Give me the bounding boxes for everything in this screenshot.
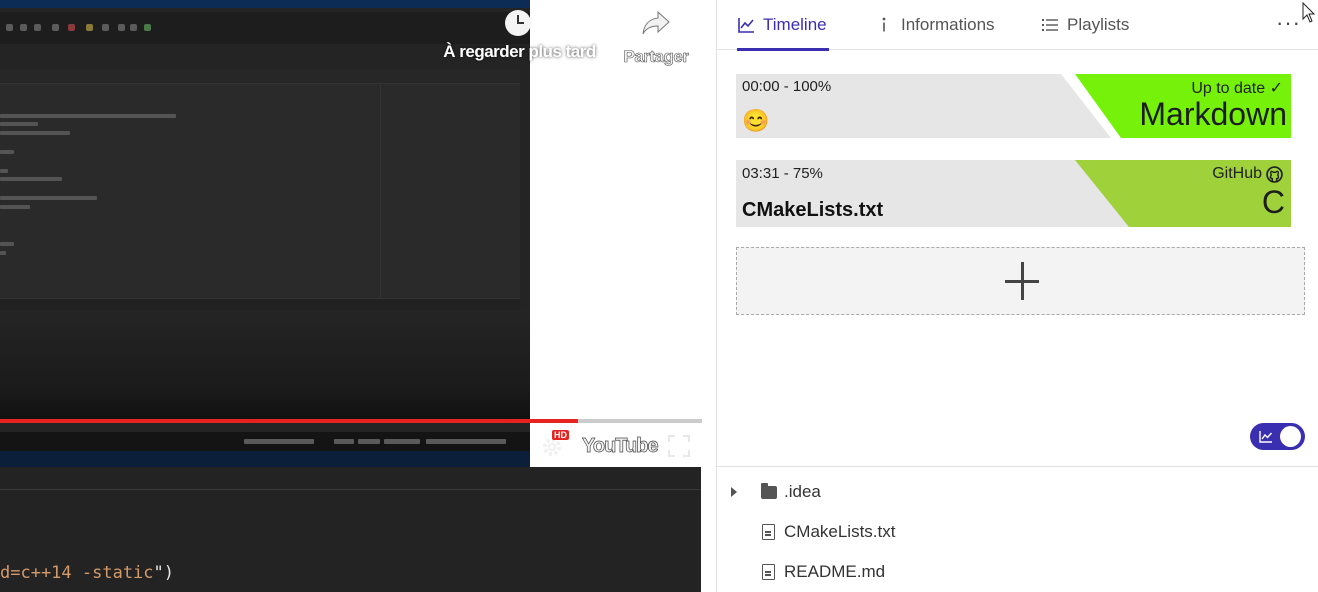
info-icon bbox=[882, 17, 886, 32]
video-titlebar bbox=[0, 0, 530, 8]
fullscreen-icon bbox=[668, 435, 690, 457]
tab-playlists-label: Playlists bbox=[1067, 15, 1130, 34]
card-source: GitHub bbox=[1212, 165, 1283, 183]
tree-item-readme[interactable]: README.md bbox=[762, 552, 885, 592]
youtube-logo[interactable]: YouTube bbox=[582, 432, 659, 460]
plus-icon bbox=[1005, 262, 1039, 300]
tree-item-cmakelists[interactable]: CMakeLists.txt bbox=[762, 512, 895, 552]
video-gradient bbox=[0, 310, 530, 420]
tree-item-label: CMakeLists.txt bbox=[784, 522, 896, 541]
share-icon bbox=[642, 10, 670, 35]
settings-gear-button[interactable]: HD bbox=[540, 430, 569, 460]
chart-line-icon bbox=[1259, 431, 1273, 443]
chart-line-icon bbox=[738, 18, 754, 33]
video-progress-bar[interactable] bbox=[0, 419, 702, 423]
clock-icon bbox=[505, 10, 531, 36]
card-title: CMakeLists.txt bbox=[742, 199, 884, 221]
tree-item-idea[interactable]: .idea bbox=[717, 472, 1318, 512]
watch-later-label: À regarder plus tard bbox=[443, 42, 596, 61]
tab-timeline-label: Timeline bbox=[763, 15, 827, 34]
share-button[interactable]: Partager bbox=[620, 10, 692, 67]
ide-code-editor bbox=[0, 70, 520, 298]
card-timestamp: 00:00 - 100% bbox=[742, 78, 832, 95]
file-icon bbox=[762, 524, 775, 540]
file-icon bbox=[762, 564, 775, 580]
fullscreen-button[interactable] bbox=[668, 432, 690, 460]
timeline-card[interactable]: 00:00 - 100% 😊 Up to date ✓ Markdown bbox=[736, 74, 1291, 138]
watch-later-button[interactable]: À regarder plus tard bbox=[442, 10, 597, 62]
timeline-toggle[interactable] bbox=[1250, 423, 1305, 450]
terminal-line: d=c++14 -static") bbox=[0, 563, 175, 583]
share-label: Partager bbox=[623, 47, 689, 67]
tree-item-label: .idea bbox=[784, 482, 821, 501]
tree-item-label: README.md bbox=[784, 562, 886, 581]
panel-divider-horizontal bbox=[716, 466, 1318, 467]
card-source-label: GitHub bbox=[1212, 165, 1262, 182]
card-title: 😊 bbox=[742, 108, 770, 133]
card-badge-label: Markdown bbox=[1139, 96, 1287, 132]
panel-tabs: Timeline Informations Playlists bbox=[717, 0, 1318, 51]
card-status: Up to date ✓ bbox=[1191, 80, 1283, 97]
more-menu-button[interactable]: ··· bbox=[1276, 10, 1301, 36]
folder-icon bbox=[761, 482, 777, 499]
tab-informations[interactable]: Informations bbox=[875, 0, 995, 50]
taskbar bbox=[0, 451, 530, 467]
card-timestamp: 03:31 - 75% bbox=[742, 165, 823, 182]
progress-played bbox=[0, 419, 578, 423]
toggle-knob bbox=[1280, 426, 1301, 447]
mouse-cursor-icon bbox=[1302, 2, 1316, 23]
github-icon bbox=[1266, 165, 1283, 183]
hd-badge: HD bbox=[552, 430, 569, 440]
card-badge-label: C bbox=[1261, 184, 1285, 220]
ide-tool-panel bbox=[0, 298, 520, 310]
tab-playlists[interactable]: Playlists bbox=[1041, 0, 1129, 50]
tab-informations-label: Informations bbox=[901, 15, 995, 34]
list-icon bbox=[1042, 19, 1058, 31]
tab-timeline[interactable]: Timeline bbox=[737, 0, 829, 51]
terminal-pane[interactable]: d=c++14 -static") bbox=[0, 467, 701, 592]
video-player[interactable] bbox=[0, 0, 530, 467]
chevron-right-icon bbox=[731, 487, 737, 497]
timeline-card[interactable]: 03:31 - 75% CMakeLists.txt GitHub C bbox=[736, 160, 1291, 227]
add-timeline-entry-button[interactable] bbox=[736, 247, 1305, 315]
